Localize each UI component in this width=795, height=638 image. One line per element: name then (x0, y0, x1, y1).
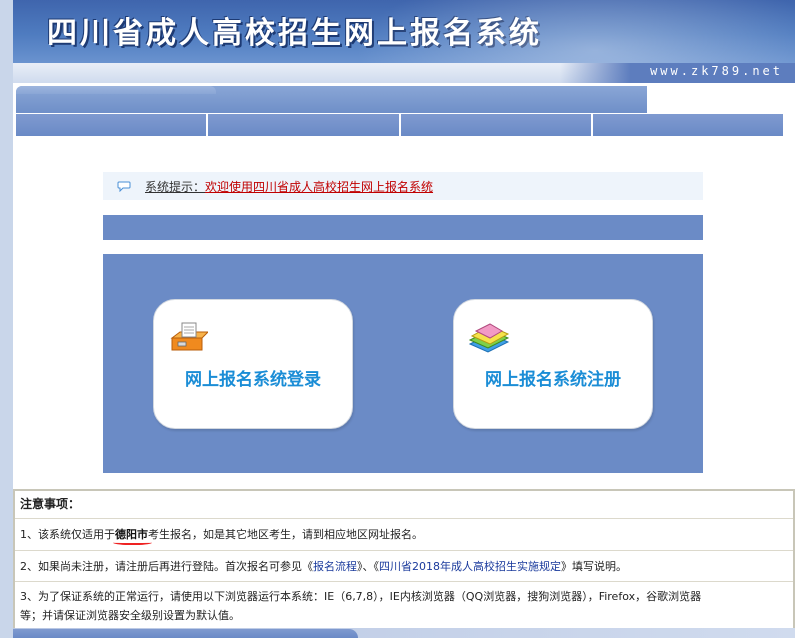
speech-bubble-icon (117, 181, 131, 192)
note-2-suffix: 》填写说明。 (561, 560, 627, 573)
note-row-2: 2、如果尚未注册，请注册后再进行登陆。首次报名可参见《报名流程》、《四川省201… (15, 551, 793, 582)
site-title: 四川省成人高校招生网上报名系统 (47, 16, 542, 51)
register-button[interactable]: 网上报名系统注册 (453, 299, 653, 429)
login-button-label: 网上报名系统登录 (185, 370, 321, 390)
note-3-line1: 3、为了保证系统的正常运行，请使用以下浏览器运行本系统：IE（6,7,8），IE… (20, 590, 702, 603)
system-notice: 系统提示： 欢迎使用四川省成人高校招生网上报名系统 (103, 172, 703, 200)
nav-menu (16, 114, 783, 136)
nav-item-1[interactable] (16, 114, 207, 136)
notes-heading: 注意事项： (15, 491, 793, 519)
register-icon (468, 323, 510, 353)
note-2-middle: 》、《 (357, 560, 379, 573)
note-2-prefix: 2、如果尚未注册，请注册后再进行登陆。首次报名可参见《 (20, 560, 313, 573)
red-underline-mark (113, 539, 152, 545)
section-bar (103, 215, 703, 240)
note-1-prefix: 1、该系统仅适用于 (20, 528, 115, 541)
login-button[interactable]: 网上报名系统登录 (153, 299, 353, 429)
note-1-suffix: 考生报名，如是其它地区考生，请到相应地区网址报名。 (148, 528, 423, 541)
regulations-link[interactable]: 四川省2018年成人高校招生实施规定 (379, 560, 561, 573)
page: 四川省成人高校招生网上报名系统 www.zk789.net 系统提示： 欢迎使用… (0, 0, 795, 638)
note-row-3: 3、为了保证系统的正常运行，请使用以下浏览器运行本系统：IE（6,7,8），IE… (15, 582, 793, 626)
login-icon (170, 322, 208, 351)
notes-table: 注意事项： 1、该系统仅适用于德阳市 考生报名，如是其它地区考生，请到相应地区网址… (13, 489, 795, 630)
nav-item-2[interactable] (208, 114, 399, 136)
site-url: www.zk789.net (650, 64, 783, 78)
footer-tab (13, 629, 358, 638)
process-link[interactable]: 报名流程 (313, 560, 357, 573)
nav-item-3[interactable] (400, 114, 591, 136)
notice-message-link[interactable]: 欢迎使用四川省成人高校招生网上报名系统 (205, 178, 433, 195)
nav-strip-tab (16, 86, 216, 94)
register-button-label: 网上报名系统注册 (485, 370, 621, 390)
note-3-line2: 等；并请保证浏览器安全级别设置为默认值。 (20, 609, 240, 622)
note-1-city: 德阳市 (113, 528, 152, 545)
note-row-1: 1、该系统仅适用于德阳市 考生报名，如是其它地区考生，请到相应地区网址报名。 (15, 519, 793, 551)
nav-item-4[interactable] (592, 114, 783, 136)
header-banner: 四川省成人高校招生网上报名系统 (13, 0, 795, 63)
notice-label: 系统提示： (145, 179, 206, 194)
